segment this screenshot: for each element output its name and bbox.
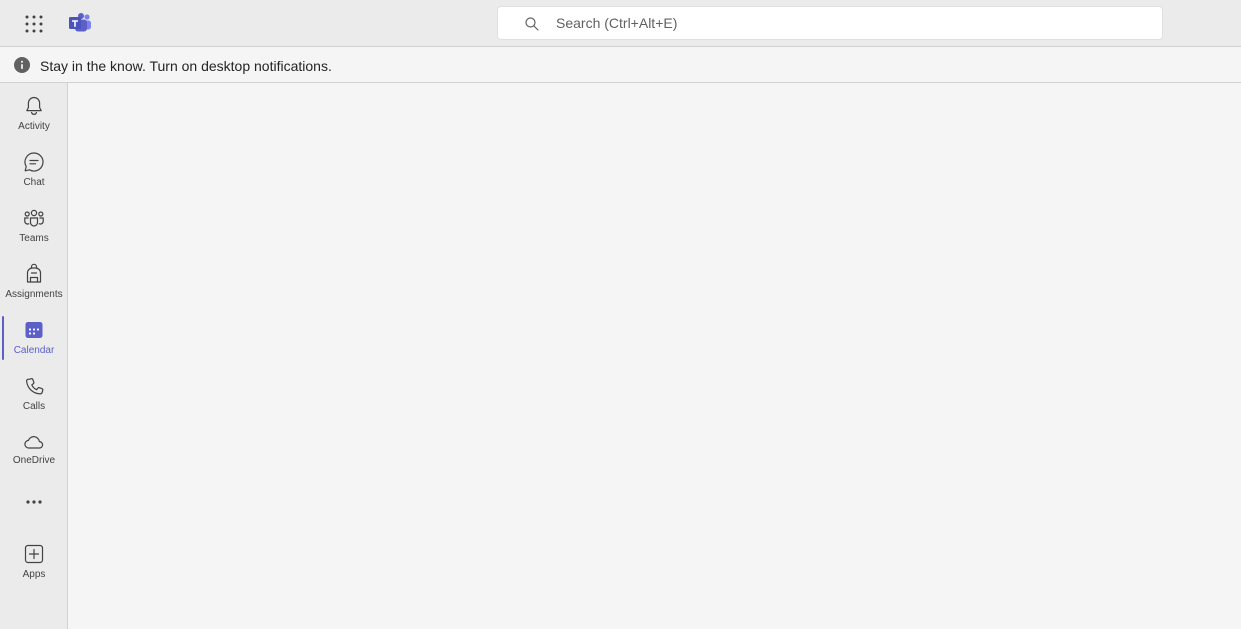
rail-item-label: Teams <box>19 233 49 244</box>
main-content-area <box>68 83 1241 629</box>
notification-banner: Stay in the know. Turn on desktop notifi… <box>0 48 1241 83</box>
phone-icon <box>26 378 44 395</box>
app-bar: Activity Chat Teams Assignments Calendar… <box>0 83 68 629</box>
rail-item-activity[interactable]: Activity <box>0 89 68 139</box>
rail-item-onedrive[interactable]: OneDrive <box>0 425 68 475</box>
title-bar <box>0 0 1241 47</box>
rail-item-label: Apps <box>22 569 46 580</box>
cloud-icon <box>24 436 44 449</box>
bell-icon <box>26 96 42 116</box>
rail-item-label: Calendar <box>13 345 55 356</box>
rail-item-calendar[interactable]: Calendar <box>0 313 68 363</box>
backpack-icon <box>26 263 42 283</box>
rail-item-label: Assignments <box>5 289 63 300</box>
search-input[interactable] <box>556 7 1146 39</box>
info-icon <box>14 57 30 73</box>
rail-item-label: Chat <box>23 177 45 188</box>
rail-item-label: Calls <box>22 401 46 412</box>
people-icon <box>24 209 44 227</box>
rail-item-label: OneDrive <box>12 455 56 466</box>
rail-item-apps[interactable]: Apps <box>0 537 68 587</box>
more-apps-button[interactable] <box>0 487 68 517</box>
more-icon <box>26 500 42 504</box>
rail-item-teams[interactable]: Teams <box>0 201 68 251</box>
add-apps-icon <box>24 544 44 564</box>
chat-icon <box>24 152 44 172</box>
calendar-icon <box>25 322 43 338</box>
app-launcher-icon[interactable] <box>22 12 46 36</box>
rail-item-calls[interactable]: Calls <box>0 369 68 419</box>
notification-text[interactable]: Stay in the know. Turn on desktop notifi… <box>40 58 332 74</box>
rail-item-label: Activity <box>18 121 50 132</box>
teams-logo-icon <box>68 11 92 35</box>
search-box[interactable] <box>497 6 1163 40</box>
rail-item-chat[interactable]: Chat <box>0 145 68 195</box>
search-icon <box>525 17 539 31</box>
rail-item-assignments[interactable]: Assignments <box>0 257 68 307</box>
